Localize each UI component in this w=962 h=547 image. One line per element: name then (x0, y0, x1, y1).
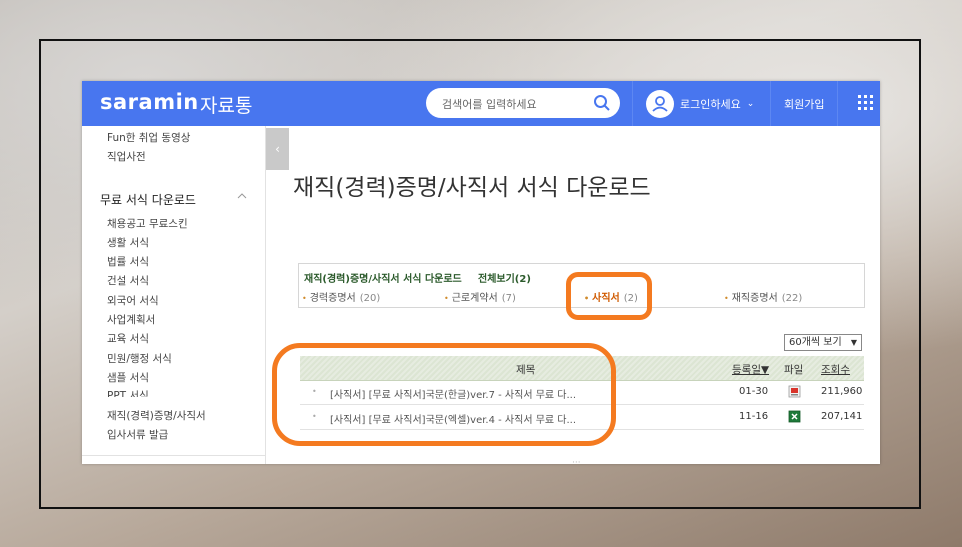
site-header: saramin 자료통 로그인하세요 ⌄ 회원가입 (82, 81, 880, 126)
page-title: 재직(경력)증명/사직서 서식 다운로드 (293, 175, 651, 201)
sidebar-item[interactable]: 채용공고 무료스킨 (107, 216, 188, 231)
category-labor-contract[interactable]: • 근로계약서 (7) (444, 289, 516, 304)
sidebar-item-employment-certificate[interactable]: 재직(경력)증명/사직서 (107, 408, 206, 423)
sidebar-item[interactable]: PPT 서식 (107, 388, 149, 397)
user-avatar-icon (646, 90, 674, 118)
table-header: 제목 등록일▼ 파일 조회수 (300, 356, 864, 381)
sidebar-item[interactable]: 교육 서식 (107, 331, 149, 346)
dropdown-arrow-icon: ▼ (850, 338, 857, 347)
table-row: • [사직서] [무료 사직서]국문(엑셀)ver.4 - 사직서 무료 다..… (300, 405, 864, 430)
row-date: 11-16 (739, 411, 769, 422)
bullet-icon: • (724, 294, 729, 303)
sidebar-item[interactable]: 샘플 서식 (107, 370, 149, 385)
search-input[interactable] (440, 94, 594, 114)
saramin-logo[interactable]: saramin (100, 90, 199, 114)
login-button[interactable]: 로그인하세요 ⌄ (646, 89, 754, 119)
category-title: 재직(경력)증명/사직서 서식 다운로드 (304, 274, 462, 285)
category-box: 재직(경력)증명/사직서 서식 다운로드 전체보기(2) • 경력증명서 (20) … (298, 263, 865, 308)
header-divider (770, 81, 771, 126)
row-views: 207,141 (821, 411, 863, 422)
column-date-sort[interactable]: 등록일▼ (732, 362, 769, 377)
category-career-certificate[interactable]: • 경력증명서 (20) (302, 289, 380, 304)
sidebar-section-title[interactable]: 무료 서식 다운로드 (100, 191, 196, 208)
sidebar-item[interactable]: 외국어 서식 (107, 293, 159, 308)
sidebar-item[interactable]: 생활 서식 (107, 235, 149, 250)
row-title-link[interactable]: [사직서] [무료 사직서]국문(한글)ver.7 - 사직서 무료 다... (330, 386, 576, 401)
sidebar-item[interactable]: 민원/행정 서식 (107, 351, 172, 366)
bullet-icon: • (312, 387, 317, 396)
search-icon[interactable] (593, 94, 611, 112)
row-title-link[interactable]: [사직서] [무료 사직서]국문(엑셀)ver.4 - 사직서 무료 다... (330, 411, 576, 426)
table-row: • [사직서] [무료 사직서]국문(한글)ver.7 - 사직서 무료 다..… (300, 380, 864, 405)
row-views: 211,960 (821, 386, 863, 397)
per-page-select[interactable]: 60개씩 보기 ▼ (784, 334, 862, 351)
column-views-sort[interactable]: 조회수 (821, 362, 850, 377)
chevron-up-icon[interactable] (237, 193, 247, 199)
column-title: 제목 (516, 364, 536, 376)
logo-subtitle[interactable]: 자료통 (200, 91, 252, 118)
sidebar-item[interactable]: 입사서류 발급 (107, 427, 168, 442)
divider (82, 455, 265, 456)
bullet-icon: • (312, 412, 317, 421)
bullet-icon: • (584, 294, 590, 303)
login-label: 로그인하세요 (680, 98, 741, 111)
search-box[interactable] (426, 88, 620, 118)
column-file: 파일 (784, 364, 804, 376)
bullet-icon: • (444, 294, 449, 303)
category-employment-certificate[interactable]: • 재직증명서 (22) (724, 289, 802, 304)
row-date: 01-30 (739, 386, 769, 397)
grid-menu-icon[interactable] (858, 95, 874, 111)
sidebar-item[interactable]: 법률 서식 (107, 254, 149, 269)
bullet-icon: • (302, 294, 307, 303)
hwp-file-icon[interactable] (788, 385, 801, 398)
category-resignation-letter[interactable]: • 사직서 (2) (584, 289, 638, 304)
view-all-link[interactable]: 전체보기(2) (478, 270, 531, 285)
sidebar-item[interactable]: 건설 서식 (107, 273, 149, 288)
browser-screenshot: saramin 자료통 로그인하세요 ⌄ 회원가입 (82, 81, 880, 464)
chevron-down-icon: ⌄ (746, 99, 755, 109)
excel-file-icon[interactable] (788, 410, 801, 423)
chevron-left-icon: ‹ (275, 142, 280, 156)
header-divider (632, 81, 633, 126)
sidebar: Fun한 취업 동영상 직업사전 무료 서식 다운로드 채용공고 무료스킨 생활… (82, 126, 266, 464)
header-divider (837, 81, 838, 126)
collapse-sidebar-button[interactable]: ‹ (266, 128, 289, 170)
sidebar-item-fun-video[interactable]: Fun한 취업 동영상 (107, 130, 190, 145)
sidebar-item[interactable]: 사업계획서 (107, 312, 155, 327)
join-button[interactable]: 회원가입 (784, 96, 824, 112)
pagination-partial: ··· (572, 458, 581, 464)
sidebar-item-job-dictionary[interactable]: 직업사전 (107, 149, 146, 164)
